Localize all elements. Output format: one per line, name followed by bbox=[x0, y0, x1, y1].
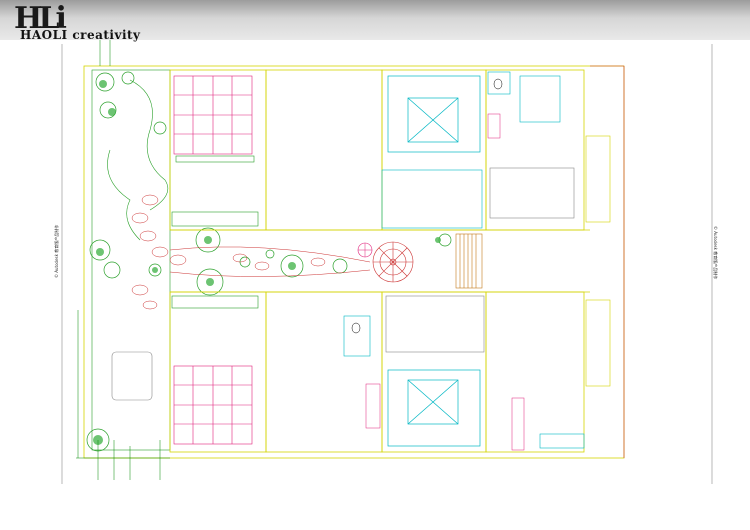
upper-wing-walls bbox=[169, 69, 590, 231]
lower-window-grid bbox=[173, 365, 253, 445]
round-pavilion bbox=[372, 241, 414, 283]
plant-cluster bbox=[86, 71, 452, 452]
lower-elevator bbox=[387, 369, 481, 447]
upper-window-grid bbox=[173, 75, 253, 155]
wood-deck bbox=[455, 233, 483, 289]
garden-area bbox=[91, 69, 171, 451]
annotation-leaders bbox=[76, 40, 170, 480]
floor-plan-drawing bbox=[61, 40, 713, 484]
pool bbox=[111, 351, 153, 401]
upper-elevator bbox=[387, 75, 481, 153]
plant-fill bbox=[93, 80, 441, 445]
